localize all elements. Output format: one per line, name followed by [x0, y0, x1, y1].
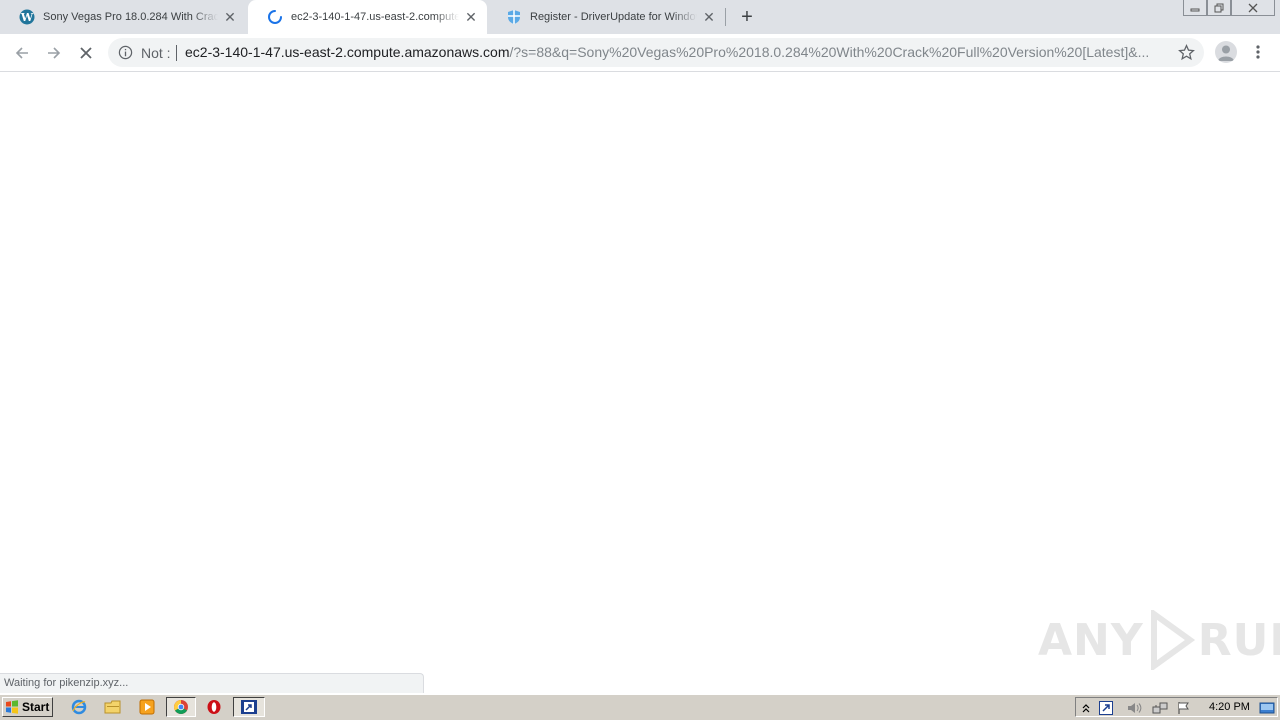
url-host: ec2-3-140-1-47.us-east-2.compute.amazona… [185, 44, 510, 60]
url-text[interactable]: ec2-3-140-1-47.us-east-2.compute.amazona… [185, 44, 1165, 60]
new-tab-button[interactable]: + [737, 6, 757, 28]
clock[interactable]: 4:20 PM [1209, 701, 1250, 713]
shield-icon [506, 9, 522, 25]
close-tab-icon[interactable]: ✕ [222, 9, 238, 25]
start-label: Start [22, 700, 50, 714]
tab-driverupdate[interactable]: Register - DriverUpdate for Windows ✕ [487, 0, 725, 34]
omnibox-divider [176, 45, 177, 61]
anyrun-taskbar-button[interactable] [233, 697, 265, 717]
window-controls [1183, 0, 1275, 18]
chrome-taskbar-button[interactable] [166, 697, 196, 717]
svg-text:W: W [20, 11, 34, 24]
tab-title: ec2-3-140-1-47.us-east-2.compute.amazona… [291, 11, 459, 23]
tab-title: Sony Vegas Pro 18.0.284 With Crack [43, 11, 218, 23]
tab-title: Register - DriverUpdate for Windows [530, 11, 697, 23]
opera-icon[interactable] [203, 697, 225, 717]
back-arrow-icon [15, 47, 28, 59]
action-center-flag-icon[interactable] [1176, 700, 1192, 716]
tab-sony-vegas[interactable]: W Sony Vegas Pro 18.0.284 With Crack ✕ [0, 0, 246, 34]
chrome-icon [174, 700, 188, 714]
system-tray: 4:20 PM [1075, 697, 1278, 717]
file-explorer-icon[interactable] [102, 697, 124, 717]
volume-icon[interactable] [1126, 700, 1142, 716]
back-button[interactable] [10, 41, 34, 65]
stop-loading-button[interactable] [74, 41, 98, 65]
status-bubble: Waiting for pikenzip.xyz... [0, 673, 424, 693]
address-bar[interactable]: Not : ec2-3-140-1-47.us-east-2.compute.a… [108, 38, 1204, 67]
show-desktop-icon[interactable] [1259, 700, 1275, 716]
security-label[interactable]: Not : [141, 45, 171, 61]
info-icon[interactable] [118, 45, 133, 60]
tray-shortcut-icon[interactable] [1098, 700, 1114, 716]
minimize-button[interactable] [1183, 0, 1207, 16]
browser-toolbar: Not : ec2-3-140-1-47.us-east-2.compute.a… [0, 34, 1280, 72]
browser-menu-icon[interactable] [1250, 43, 1266, 61]
media-player-icon[interactable] [136, 697, 158, 717]
windows-logo-icon [6, 700, 18, 714]
show-hidden-icons-icon[interactable] [1078, 700, 1094, 716]
tab-separator [725, 8, 726, 26]
taskbar: Start 4:20 PM [0, 694, 1280, 720]
restore-button[interactable] [1207, 0, 1231, 16]
stop-icon [80, 47, 92, 59]
close-window-button[interactable] [1231, 0, 1275, 16]
watermark-right-text: RUN [1197, 614, 1280, 666]
play-logo-icon [1150, 610, 1195, 670]
forward-button[interactable] [42, 41, 66, 65]
url-path: /?s=88&q=Sony%20Vegas%20Pro%2018.0.284%2… [509, 44, 1150, 60]
wordpress-icon: W [19, 9, 35, 25]
shortcut-arrow-icon [241, 700, 257, 714]
watermark-left-text: ANY [1038, 614, 1144, 666]
network-icon[interactable] [1152, 700, 1168, 716]
close-tab-icon[interactable]: ✕ [701, 9, 717, 25]
forward-arrow-icon [48, 47, 61, 59]
internet-explorer-icon[interactable] [68, 697, 90, 717]
profile-avatar-icon[interactable] [1215, 41, 1237, 63]
start-button[interactable]: Start [2, 697, 53, 717]
bookmark-star-icon[interactable] [1178, 44, 1195, 61]
tab-ec2-page[interactable]: ec2-3-140-1-47.us-east-2.compute.amazona… [248, 0, 487, 34]
tab-strip: W Sony Vegas Pro 18.0.284 With Crack ✕ e… [0, 0, 1280, 34]
loading-spinner-icon [267, 9, 283, 25]
anyrun-watermark: ANY RUN [1038, 610, 1280, 670]
close-tab-icon[interactable]: ✕ [463, 9, 479, 25]
page-content [0, 72, 1280, 672]
